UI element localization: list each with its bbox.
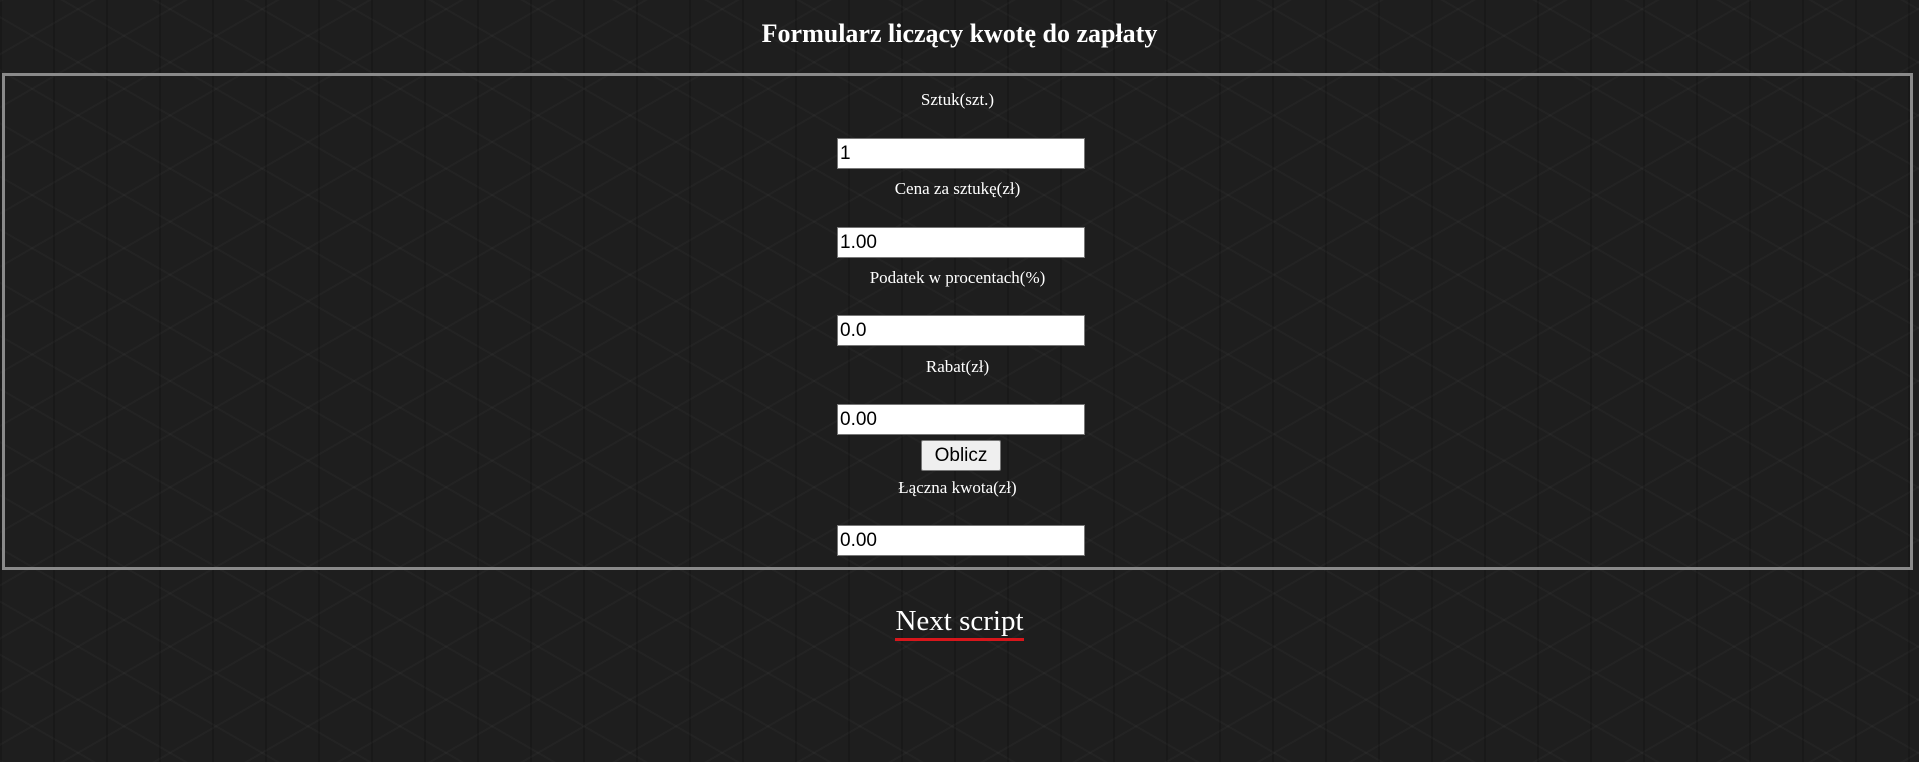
discount-label: Rabat(zł) (925, 357, 990, 376)
payment-form: Sztuk(szt.) Cena za sztukę(zł) Podatek w… (2, 73, 1913, 570)
quantity-input[interactable] (837, 138, 1085, 169)
unit-price-label: Cena za sztukę(zł) (894, 179, 1021, 198)
discount-input[interactable] (837, 404, 1085, 435)
total-output[interactable] (837, 525, 1085, 556)
next-script-link[interactable]: Next script (895, 605, 1024, 641)
total-label: Łączna kwota(zł) (898, 478, 1017, 497)
page-title: Formularz liczący kwotę do zapłaty (761, 19, 1158, 48)
unit-price-input[interactable] (837, 227, 1085, 258)
tax-input[interactable] (837, 315, 1085, 346)
tax-label: Podatek w procentach(%) (869, 268, 1046, 287)
calculate-button[interactable]: Oblicz (921, 440, 1001, 471)
quantity-label: Sztuk(szt.) (920, 90, 995, 109)
next-script-container: Next script (0, 604, 1919, 641)
